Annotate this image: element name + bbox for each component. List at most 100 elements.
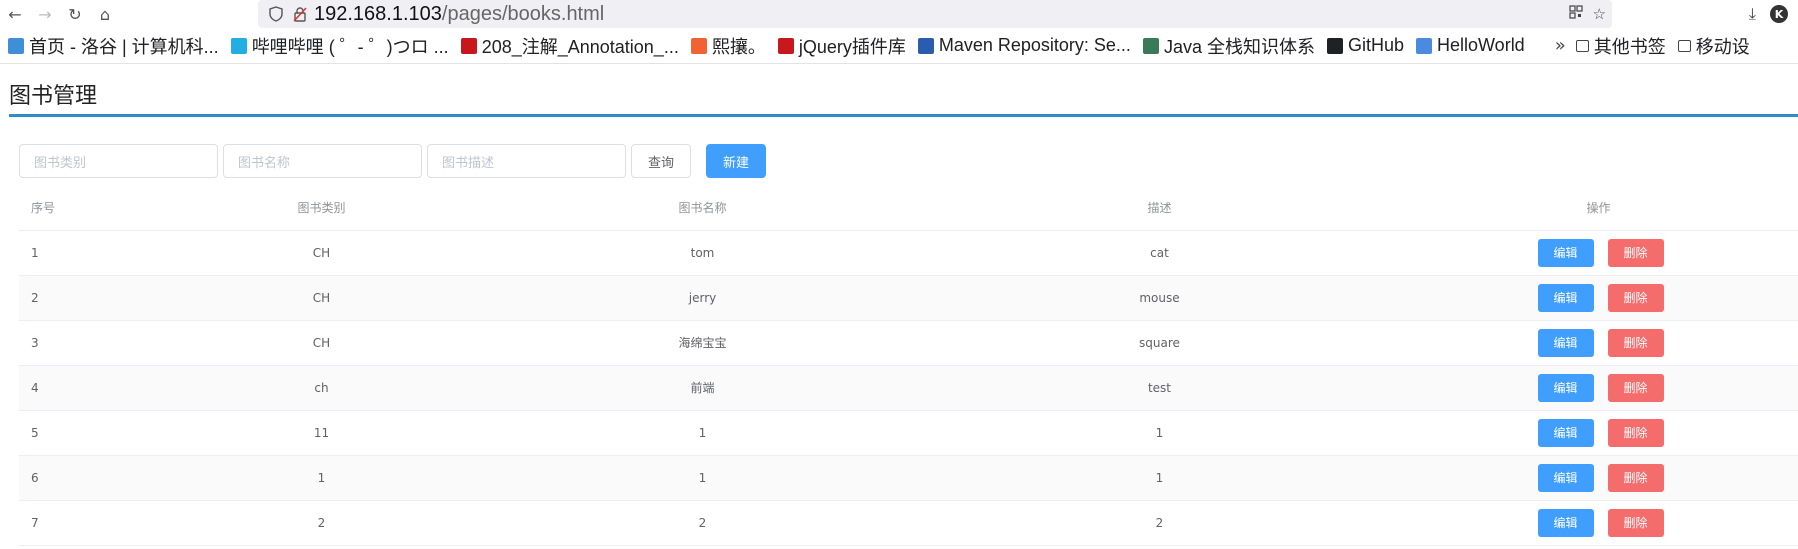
header-index: 序号 bbox=[19, 185, 169, 231]
edit-button[interactable]: 编辑 bbox=[1537, 373, 1594, 402]
bookmark-item[interactable]: jQuery插件库 bbox=[777, 33, 906, 59]
url-host: 192.168.1.103 bbox=[314, 2, 442, 25]
table-row: 3 CH 海绵宝宝 square 编辑 删除 bbox=[19, 320, 1798, 366]
bookmarks-overflow-icon[interactable]: » bbox=[1555, 35, 1566, 56]
bookmark-item[interactable]: HelloWorld bbox=[1416, 35, 1525, 56]
page-content: 图书管理 图书类别 图书名称 图书描述 查询 新建 序号 图书类别 图书名称 描… bbox=[0, 64, 1798, 546]
luogu-icon bbox=[8, 37, 24, 54]
delete-button[interactable]: 删除 bbox=[1607, 238, 1664, 267]
bookmark-item[interactable]: 熙攘。 bbox=[690, 33, 766, 59]
book-name-input[interactable]: 图书名称 bbox=[223, 144, 422, 178]
avatar[interactable]: K bbox=[1770, 5, 1788, 23]
cell-index: 3 bbox=[19, 320, 169, 366]
cell-type: ch bbox=[169, 365, 474, 411]
book-type-input[interactable]: 图书类别 bbox=[19, 144, 218, 178]
cell-name: 1 bbox=[474, 410, 931, 456]
edit-button[interactable]: 编辑 bbox=[1537, 283, 1594, 312]
download-icon[interactable]: ⤓ bbox=[1749, 4, 1756, 24]
hello-icon bbox=[1416, 37, 1432, 54]
cell-desc: 2 bbox=[931, 500, 1388, 546]
cell-actions: 编辑 删除 bbox=[1388, 320, 1798, 366]
new-button[interactable]: 新建 bbox=[706, 144, 766, 178]
edit-button[interactable]: 编辑 bbox=[1537, 508, 1594, 537]
back-icon[interactable]: ← bbox=[0, 0, 30, 28]
header-actions: 操作 bbox=[1388, 185, 1798, 231]
reload-icon[interactable]: ↻ bbox=[60, 0, 90, 28]
qr-code-icon[interactable] bbox=[1568, 5, 1583, 23]
page-title: 图书管理 bbox=[9, 84, 98, 109]
query-button[interactable]: 查询 bbox=[631, 144, 691, 178]
search-row: 图书类别 图书名称 图书描述 查询 新建 bbox=[9, 117, 1798, 185]
bookmark-item[interactable]: 哔哩哔哩 ( ゜- ゜)つロ ... bbox=[230, 33, 449, 59]
table-row: 4 ch 前端 test 编辑 删除 bbox=[19, 365, 1798, 411]
cell-name: 海绵宝宝 bbox=[474, 320, 931, 366]
cell-actions: 编辑 删除 bbox=[1388, 455, 1798, 501]
cell-actions: 编辑 删除 bbox=[1388, 410, 1798, 456]
cell-name: tom bbox=[474, 230, 931, 276]
bookmark-item[interactable]: GitHub bbox=[1326, 35, 1404, 56]
cell-desc: 1 bbox=[931, 455, 1388, 501]
cell-actions: 编辑 删除 bbox=[1388, 365, 1798, 411]
forward-icon[interactable]: → bbox=[30, 0, 60, 28]
bookmark-label: Java 全栈知识体系 bbox=[1163, 36, 1315, 57]
cell-name: 2 bbox=[474, 500, 931, 546]
delete-button[interactable]: 删除 bbox=[1607, 283, 1664, 312]
address-bar[interactable]: 192.168.1.103/pages/books.html ☆ bbox=[258, 0, 1612, 28]
bookmark-label: 其他书签 bbox=[1593, 36, 1666, 57]
bookmark-item[interactable]: 首页 - 洛谷 | 计算机科... bbox=[8, 33, 219, 59]
table-row: 2 CH jerry mouse 编辑 删除 bbox=[19, 275, 1798, 321]
cell-index: 1 bbox=[19, 230, 169, 276]
bookmark-label: GitHub bbox=[1347, 35, 1404, 55]
table-header-row: 序号 图书类别 图书名称 描述 操作 bbox=[19, 185, 1798, 231]
cell-type: 2 bbox=[169, 500, 474, 546]
cell-actions: 编辑 删除 bbox=[1388, 500, 1798, 546]
cell-type: CH bbox=[169, 230, 474, 276]
cell-index: 5 bbox=[19, 410, 169, 456]
url-text: 192.168.1.103/pages/books.html bbox=[314, 3, 604, 26]
delete-button[interactable]: 删除 bbox=[1607, 463, 1664, 492]
bookmark-star-icon[interactable]: ☆ bbox=[1593, 5, 1606, 23]
delete-button[interactable]: 删除 bbox=[1607, 373, 1664, 402]
speed-icon bbox=[460, 37, 477, 54]
mobile-bookmarks-folder[interactable]: 移动设 bbox=[1677, 33, 1750, 59]
shield-icon[interactable] bbox=[266, 4, 286, 24]
cell-actions: 编辑 删除 bbox=[1388, 230, 1798, 276]
url-path: /pages/books.html bbox=[441, 2, 605, 25]
cell-desc: test bbox=[931, 365, 1388, 411]
browser-toolbar: ← → ↻ ⌂ 192.168.1.103/pages/books.html ☆… bbox=[0, 0, 1798, 28]
cell-index: 7 bbox=[19, 500, 169, 546]
bookmarks-bar: 首页 - 洛谷 | 计算机科... 哔哩哔哩 ( ゜- ゜)つロ ... 208_注… bbox=[0, 28, 1798, 64]
mobile-icon bbox=[1677, 39, 1691, 52]
edit-button[interactable]: 编辑 bbox=[1537, 463, 1594, 492]
header-type: 图书类别 bbox=[169, 185, 474, 231]
cell-name: jerry bbox=[474, 275, 931, 321]
other-bookmarks-folder[interactable]: 其他书签 bbox=[1575, 33, 1666, 59]
edit-button[interactable]: 编辑 bbox=[1537, 418, 1594, 447]
insecure-lock-icon[interactable] bbox=[290, 4, 310, 24]
header-name: 图书名称 bbox=[474, 185, 931, 231]
table-row: 5 11 1 1 编辑 删除 bbox=[19, 410, 1798, 456]
home-icon[interactable]: ⌂ bbox=[90, 0, 120, 28]
bilibili-icon bbox=[230, 37, 247, 54]
cell-index: 2 bbox=[19, 275, 169, 321]
delete-button[interactable]: 删除 bbox=[1607, 508, 1664, 537]
cell-type: 11 bbox=[169, 410, 474, 456]
edit-button[interactable]: 编辑 bbox=[1537, 238, 1594, 267]
edit-button[interactable]: 编辑 bbox=[1537, 328, 1594, 357]
delete-button[interactable]: 删除 bbox=[1607, 418, 1664, 447]
java-icon bbox=[1142, 37, 1159, 54]
cell-type: CH bbox=[169, 275, 474, 321]
bookmark-label: 首页 - 洛谷 | 计算机科... bbox=[29, 36, 219, 57]
book-desc-input[interactable]: 图书描述 bbox=[427, 144, 626, 178]
folder-icon bbox=[1575, 39, 1589, 52]
cell-name: 前端 bbox=[474, 365, 931, 411]
cell-desc: 1 bbox=[931, 410, 1388, 456]
bookmark-item[interactable]: Maven Repository: Se... bbox=[917, 35, 1131, 56]
bookmark-item[interactable]: Java 全栈知识体系 bbox=[1142, 33, 1315, 59]
cell-index: 6 bbox=[19, 455, 169, 501]
github-icon bbox=[1326, 37, 1343, 54]
delete-button[interactable]: 删除 bbox=[1607, 328, 1664, 357]
bookmark-item[interactable]: 208_注解_Annotation_... bbox=[460, 33, 679, 59]
jquery-icon bbox=[777, 37, 794, 54]
bookmark-label: jQuery插件库 bbox=[798, 36, 906, 57]
